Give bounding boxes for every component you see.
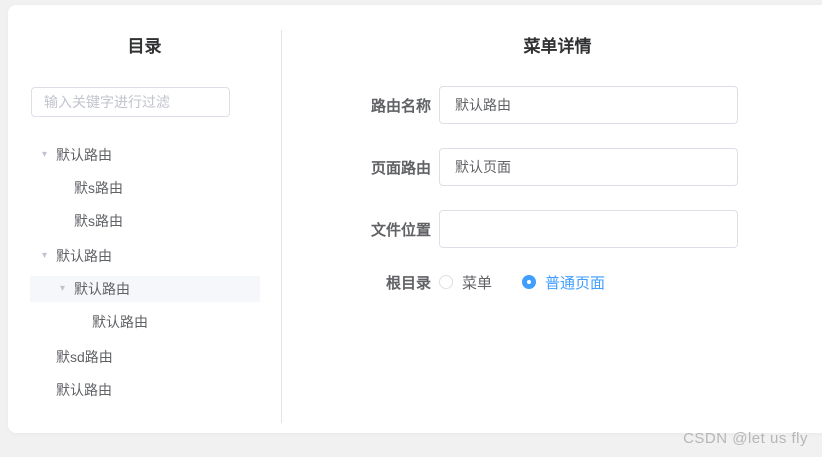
csdn-watermark: CSDN @let us fly (683, 430, 808, 447)
tree-node[interactable]: ▾ 默认路由 (30, 142, 260, 168)
tree-node[interactable]: ▾ 默sd路由 (30, 344, 260, 370)
menu-detail-panel: 菜单详情 路由名称 页面路由 文件位置 根目录 菜单 (281, 5, 822, 433)
form-row-route-name: 路由名称 (281, 86, 822, 124)
file-location-label: 文件位置 (370, 221, 431, 239)
radio-option-normal-page[interactable]: 普通页面 (522, 272, 605, 293)
menu-detail-title: 菜单详情 (523, 37, 592, 56)
route-name-input[interactable] (439, 86, 738, 124)
tree-node[interactable]: ▾ 默s路由 (30, 175, 260, 201)
caret-down-icon[interactable]: ▾ (42, 142, 56, 168)
radio-option-label: 菜单 (462, 274, 493, 292)
tree-node[interactable]: ▾ 默认路由 (30, 377, 260, 403)
main-card: 目录 ▾ 默认路由 ▾ 默s路由 ▾ 默s路由 ▾ 默认路由 ▾ 默认路由 (8, 5, 822, 433)
tree-node-label: 默认路由 (56, 248, 112, 264)
radio-option-menu[interactable]: 菜单 (439, 272, 492, 293)
tree-node-selected[interactable]: ▾ 默认路由 (30, 276, 260, 302)
caret-down-icon[interactable]: ▾ (42, 243, 56, 269)
tree-node-label: 默认路由 (74, 281, 130, 297)
radio-checked-icon[interactable] (522, 275, 537, 289)
tree-node[interactable]: ▾ 默认路由 (30, 243, 260, 269)
root-directory-radio-group: 菜单 普通页面 (439, 272, 605, 293)
vertical-divider (281, 30, 282, 423)
directory-panel-title: 目录 (127, 37, 162, 56)
tree-filter-input[interactable] (31, 87, 230, 117)
root-directory-label: 根目录 (385, 274, 431, 292)
caret-down-icon[interactable]: ▾ (60, 276, 74, 302)
tree-node-label: 默认路由 (56, 382, 112, 398)
tree-node[interactable]: ▾ 默s路由 (30, 208, 260, 234)
route-tree: ▾ 默认路由 ▾ 默s路由 ▾ 默s路由 ▾ 默认路由 ▾ 默认路由 ▾ 默认路… (30, 142, 260, 403)
form-row-page-route: 页面路由 (281, 148, 822, 186)
page-route-label: 页面路由 (370, 159, 431, 177)
page-route-input[interactable] (439, 148, 738, 186)
radio-option-label: 普通页面 (545, 274, 606, 292)
menu-detail-form: 路由名称 页面路由 文件位置 根目录 菜单 (281, 86, 822, 292)
directory-panel: 目录 ▾ 默认路由 ▾ 默s路由 ▾ 默s路由 ▾ 默认路由 ▾ 默认路由 (8, 5, 281, 433)
file-location-input[interactable] (439, 210, 738, 248)
tree-node-label: 默s路由 (74, 180, 123, 196)
tree-node-label: 默认路由 (56, 147, 112, 163)
tree-node[interactable]: ▾ 默认路由 (30, 309, 260, 335)
tree-node-label: 默认路由 (92, 314, 148, 330)
tree-node-label: 默s路由 (74, 213, 123, 229)
form-row-root-directory: 根目录 菜单 普通页面 (281, 272, 822, 292)
radio-unchecked-icon[interactable] (439, 275, 453, 289)
route-name-label: 路由名称 (370, 97, 431, 115)
tree-node-label: 默sd路由 (56, 349, 113, 365)
form-row-file-location: 文件位置 (281, 210, 822, 248)
